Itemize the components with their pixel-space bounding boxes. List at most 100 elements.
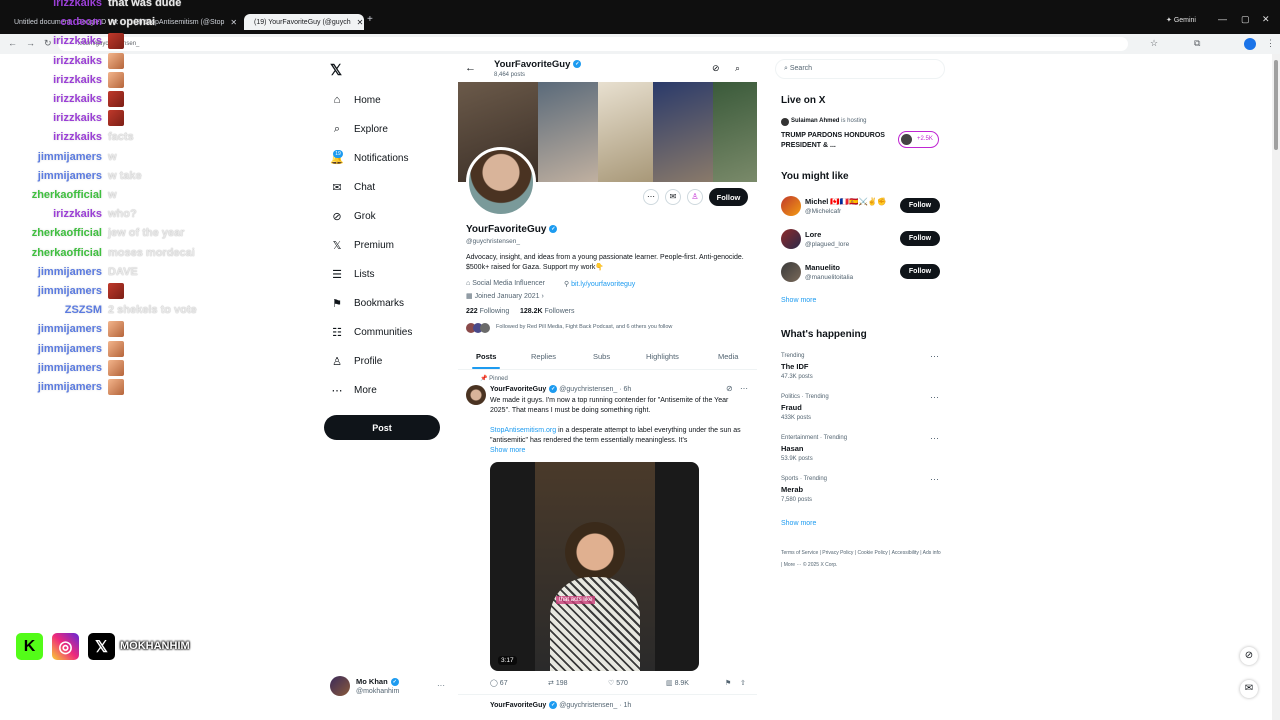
show-more-link[interactable]: Show more <box>490 447 525 454</box>
message-icon[interactable]: ✉ <box>665 189 681 205</box>
post-more-icon[interactable]: ⋯ <box>740 384 748 393</box>
nav-item-premium[interactable]: 𝕏 Premium <box>330 234 394 256</box>
tab-highlights[interactable]: Highlights <box>646 352 679 361</box>
next-post-author-text: YourFavoriteGuy <box>490 701 547 709</box>
nav-item-chat[interactable]: ✉ Chat <box>330 176 375 198</box>
suggestion-name[interactable]: Manuelito <box>805 263 840 272</box>
messages-float-icon[interactable]: ✉ <box>1240 680 1258 698</box>
account-name[interactable]: Mo Khan ✓ <box>356 677 399 687</box>
share-icon[interactable]: ⇧ <box>740 679 746 687</box>
reply-count: 67 <box>499 680 508 687</box>
follow-button[interactable]: Follow <box>900 264 940 279</box>
nav-item-communities[interactable]: ☷ Communities <box>330 321 412 343</box>
suggestion-name[interactable]: Michel 🇨🇦🇫🇷🇪🇸⚔️✌️✊ <box>805 197 886 206</box>
nav-item-bookmarks[interactable]: ⚑ Bookmarks <box>330 292 404 314</box>
show-more-link[interactable]: Show more <box>781 520 816 527</box>
trend-more-icon[interactable]: ⋯ <box>930 474 939 485</box>
subscribe-icon[interactable]: ♙ <box>687 189 703 205</box>
profile-name-text: YourFavoriteGuy <box>466 224 547 235</box>
nav-item-more[interactable]: ⋯ More <box>330 379 377 401</box>
post-avatar[interactable] <box>466 385 486 405</box>
post-author[interactable]: YourFavoriteGuy ✓ @guychristensen_ · 6h <box>490 385 631 393</box>
grok-icon[interactable]: ⊘ <box>712 63 720 74</box>
nav-item-label: Grok <box>354 210 376 222</box>
avatar[interactable] <box>781 229 801 249</box>
views-button[interactable]: ▥ 8.9K <box>666 679 689 687</box>
show-more-link[interactable]: Show more <box>781 297 816 304</box>
tab-posts[interactable]: Posts <box>476 352 496 361</box>
nav-item-profile[interactable]: ♙ Profile <box>330 350 382 372</box>
trend-more-icon[interactable]: ⋯ <box>930 392 939 403</box>
follow-button[interactable]: Follow <box>900 198 940 213</box>
footer-links[interactable]: Terms of Service | Privacy Policy | Cook… <box>781 547 941 571</box>
chat-username: irizzkaiks <box>53 35 102 48</box>
bookmark-star-icon[interactable]: ☆ <box>1150 38 1158 49</box>
menu-icon[interactable]: ⋮ <box>1266 38 1275 49</box>
avatar[interactable] <box>781 196 801 216</box>
reply-button[interactable]: ◯ 67 <box>490 679 508 687</box>
follow-button[interactable]: Follow <box>709 188 748 206</box>
trend-more-icon[interactable]: ⋯ <box>930 351 939 362</box>
trend-more-icon[interactable]: ⋯ <box>930 433 939 444</box>
trend-name[interactable]: The IDF <box>781 362 809 371</box>
post-link[interactable]: StopAntisemitism.org <box>490 427 556 434</box>
window-close-icon[interactable]: ✕ <box>1262 14 1270 25</box>
nav-item-explore[interactable]: ⌕ Explore <box>330 118 388 140</box>
profile-avatar[interactable] <box>1244 38 1256 50</box>
live-space-title[interactable]: TRUMP PARDONS HONDUROS PRESIDENT & ... <box>781 131 891 151</box>
grok-float-icon[interactable]: ⊘ <box>1240 647 1258 665</box>
account-more-icon[interactable]: ··· <box>437 681 445 690</box>
avatar[interactable] <box>781 262 801 282</box>
trend-category: Politics · Trending <box>781 394 829 400</box>
briefcase-icon: ⌂ <box>466 280 471 287</box>
banner-photo-5 <box>713 82 757 182</box>
follow-button[interactable]: Follow <box>900 231 940 246</box>
trend-name[interactable]: Fraud <box>781 403 802 412</box>
nav-item-label: Chat <box>354 181 376 193</box>
kick-icon: K <box>16 633 43 660</box>
following-stat[interactable]: 222 Following <box>466 308 509 315</box>
bookmark-icon[interactable]: ⚑ <box>725 679 731 687</box>
profile-link[interactable]: ⚲ bit.ly/yourfavoriteguy <box>564 280 635 288</box>
more-options-icon[interactable]: ⋯ <box>643 189 659 205</box>
like-button[interactable]: ♡ 570 <box>608 679 628 687</box>
search-box[interactable]: ⌕ Search <box>775 59 945 79</box>
scrollbar[interactable] <box>1272 54 1280 720</box>
close-icon[interactable]: ✕ <box>351 18 364 27</box>
trend-name[interactable]: Merab <box>781 485 803 494</box>
trend-name[interactable]: Hasan <box>781 444 804 453</box>
x-logo[interactable]: 𝕏 <box>330 61 342 79</box>
nav-item-grok[interactable]: ⊘ Grok <box>330 205 376 227</box>
extensions-icon[interactable]: ⧉ <box>1194 38 1200 49</box>
post-video[interactable]: that acts like 3:17 <box>490 462 699 671</box>
tab-subs[interactable]: Subs <box>593 352 610 361</box>
post-button[interactable]: Post <box>324 415 440 440</box>
back-arrow-icon[interactable]: ← <box>465 62 476 74</box>
chat-text: that was dude <box>108 0 182 9</box>
minimize-icon[interactable]: — <box>1218 14 1227 24</box>
tab-replies[interactable]: Replies <box>531 352 556 361</box>
gemini-button[interactable]: ✦ Gemini <box>1166 16 1196 24</box>
video-duration: 3:17 <box>498 656 517 665</box>
account-avatar[interactable] <box>330 676 350 696</box>
suggestion-name[interactable]: Lore <box>805 230 821 239</box>
profile-avatar-large[interactable] <box>466 147 536 217</box>
scrollbar-thumb[interactable] <box>1274 60 1278 150</box>
search-icon[interactable]: ⌕ <box>735 63 740 74</box>
chat-message: jimmijamers <box>0 340 300 358</box>
followers-stat[interactable]: 128.2K Followers <box>520 308 574 315</box>
video-person <box>565 522 625 582</box>
repost-button[interactable]: ⇄ 198 <box>548 679 568 687</box>
live-listeners[interactable]: +2.5K <box>898 131 939 148</box>
new-tab-button[interactable]: + <box>367 14 373 25</box>
search-placeholder: Search <box>789 65 813 72</box>
maximize-icon[interactable]: ▢ <box>1241 14 1250 25</box>
chat-message: irizzkaiks <box>0 52 300 70</box>
nav-item-lists[interactable]: ☰ Lists <box>330 263 375 285</box>
tab-media[interactable]: Media <box>718 352 738 361</box>
chat-username: jimmijamers <box>37 169 102 182</box>
profile-category: ⌂ Social Media Influencer <box>466 280 545 287</box>
nav-item-home[interactable]: ⌂ Home <box>330 89 381 111</box>
listener-avatar <box>901 134 912 145</box>
grok-post-icon[interactable]: ⊘ <box>726 384 733 393</box>
